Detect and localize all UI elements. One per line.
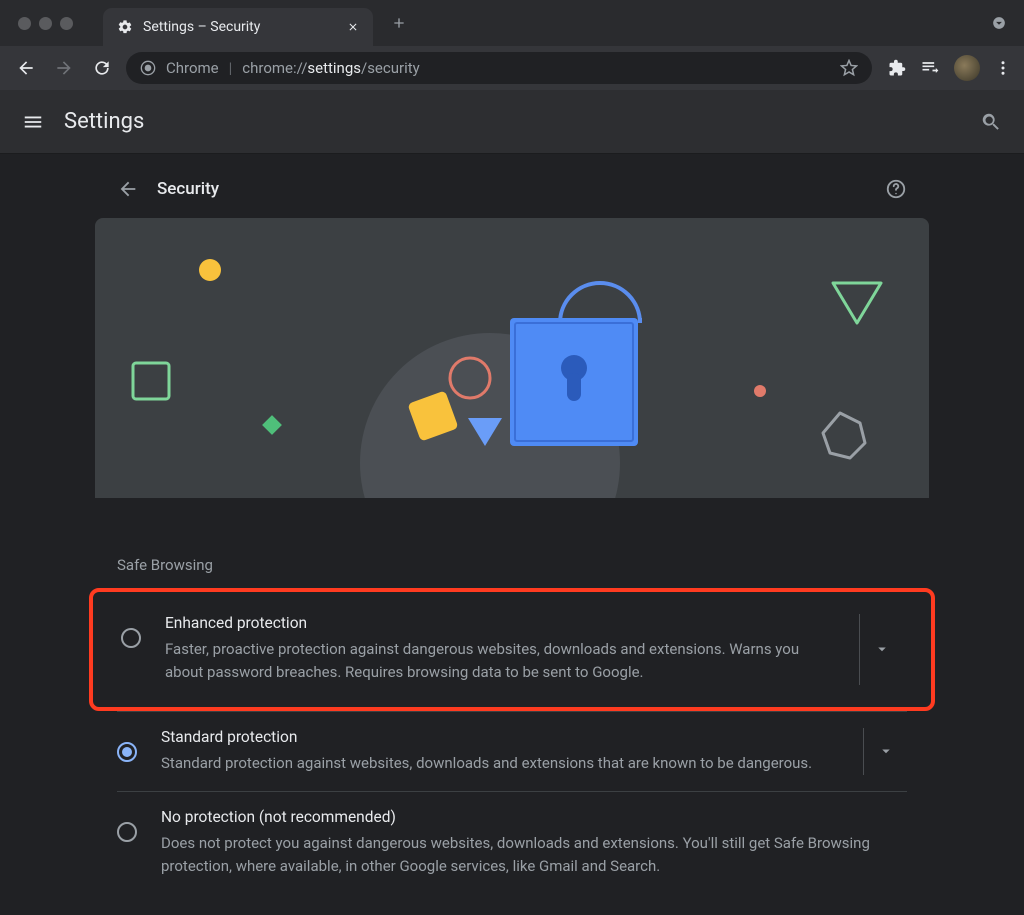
safe-browsing-heading: Safe Browsing: [95, 498, 929, 588]
browser-tab[interactable]: Settings – Security: [103, 8, 373, 46]
back-icon[interactable]: [117, 178, 139, 200]
window-zoom-button[interactable]: [60, 17, 73, 30]
bookmark-icon[interactable]: [840, 59, 858, 77]
radio-no-protection[interactable]: [117, 822, 137, 842]
reading-list-icon[interactable]: [920, 58, 940, 78]
hero-illustration: [95, 218, 929, 498]
option-desc: Does not protect you against dangerous w…: [161, 832, 897, 879]
option-no-protection[interactable]: No protection (not recommended) Does not…: [117, 791, 907, 895]
search-icon[interactable]: [980, 111, 1002, 133]
section-header: Security: [95, 160, 929, 218]
forward-button[interactable]: [50, 54, 78, 82]
url-scheme-label: Chrome: [166, 59, 219, 77]
chevron-down-icon: [873, 640, 891, 658]
option-desc: Standard protection against websites, do…: [161, 752, 829, 775]
back-button[interactable]: [12, 54, 40, 82]
gear-icon: [117, 19, 133, 35]
profile-avatar[interactable]: [954, 55, 980, 81]
dropdown-icon[interactable]: [992, 16, 1006, 30]
toolbar-actions: [882, 55, 1012, 81]
extensions-icon[interactable]: [888, 59, 906, 77]
security-hero-banner: [95, 218, 929, 498]
settings-content: Security: [95, 160, 929, 894]
site-info-icon[interactable]: [140, 60, 156, 76]
window-minimize-button[interactable]: [39, 17, 52, 30]
settings-title: Settings: [64, 109, 144, 134]
option-standard-protection[interactable]: Standard protection Standard protection …: [117, 711, 907, 791]
option-title: Enhanced protection: [165, 614, 825, 632]
option-title: Standard protection: [161, 728, 829, 746]
expand-standard[interactable]: [863, 728, 907, 775]
url-display: chrome://settings/security: [242, 59, 419, 77]
tab-title: Settings – Security: [143, 19, 337, 35]
new-tab-button[interactable]: [385, 9, 413, 37]
option-enhanced-protection[interactable]: Enhanced protection Faster, proactive pr…: [89, 588, 935, 711]
option-desc: Faster, proactive protection against dan…: [165, 638, 825, 685]
menu-icon[interactable]: [22, 111, 44, 133]
radio-standard[interactable]: [117, 742, 137, 762]
close-tab-icon[interactable]: [347, 21, 359, 33]
section-title: Security: [157, 179, 219, 199]
address-bar[interactable]: Chrome | chrome://settings/security: [126, 52, 872, 84]
radio-enhanced[interactable]: [121, 628, 141, 648]
kebab-menu-icon[interactable]: [994, 59, 1012, 77]
settings-topbar: Settings: [0, 90, 1024, 154]
expand-enhanced[interactable]: [859, 614, 903, 685]
reload-button[interactable]: [88, 54, 116, 82]
help-icon[interactable]: [885, 178, 907, 200]
browser-toolbar: Chrome | chrome://settings/security: [0, 46, 1024, 90]
option-title: No protection (not recommended): [161, 808, 897, 826]
window-chrome: Settings – Security: [0, 0, 1024, 46]
window-close-button[interactable]: [18, 17, 31, 30]
chevron-down-icon: [877, 742, 895, 760]
traffic-lights: [0, 17, 73, 30]
